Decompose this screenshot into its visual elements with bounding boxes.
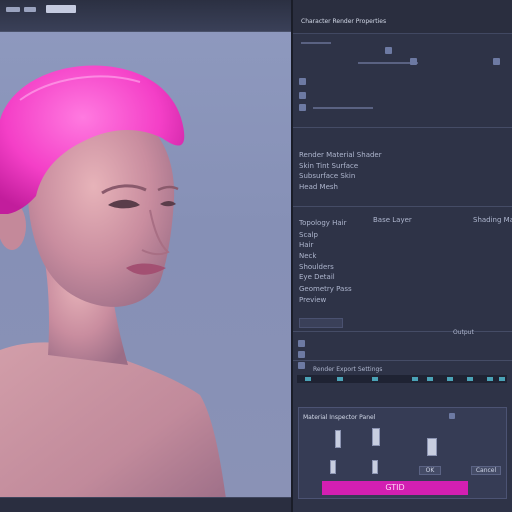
row-label: Shoulders [299, 263, 334, 271]
section-label: Output [453, 329, 474, 336]
material-slot-icon[interactable] [330, 460, 336, 474]
properties-panel: Character Render Properties Render Mater… [291, 0, 512, 512]
folder-icon[interactable] [385, 47, 392, 54]
render-action-label: GTID [385, 483, 405, 492]
row-label: Hair [299, 241, 314, 249]
panel-header: Character Render Properties [293, 0, 512, 34]
output-icon-2[interactable] [298, 351, 305, 358]
material-slot-icon[interactable] [372, 428, 380, 446]
dock-title: Material Inspector Panel [303, 414, 376, 421]
layer-icon[interactable] [299, 78, 306, 85]
row-label: Skin Tint Surface [299, 162, 359, 170]
row-label: Preview [299, 296, 327, 304]
keyframe-icon[interactable] [298, 362, 305, 369]
row-label: Geometry Pass [299, 285, 352, 293]
output-icon[interactable] [298, 340, 305, 347]
layer-icon-3[interactable] [299, 104, 306, 111]
3d-viewport[interactable] [0, 0, 291, 512]
torso-shape [0, 342, 228, 512]
row-value[interactable]: Base Layer [373, 216, 412, 224]
toolbar-slider[interactable] [301, 42, 331, 44]
eye-icon[interactable] [493, 58, 500, 65]
character-render [0, 65, 228, 512]
row-divider [293, 331, 512, 332]
row-label: Subsurface Skin [299, 172, 356, 180]
material-slot-icon[interactable] [372, 460, 378, 474]
row-label: Head Mesh [299, 183, 338, 191]
section-divider [293, 127, 512, 128]
row-divider [293, 206, 512, 207]
material-slot-icon[interactable] [427, 438, 437, 456]
render-label: Render Export Settings [313, 366, 383, 373]
layer-icon-2[interactable] [299, 92, 306, 99]
material-slot-icon[interactable] [335, 430, 341, 448]
row-label: Neck [299, 252, 317, 260]
row-label: Render Material Shader [299, 151, 382, 159]
render-action-bar[interactable]: GTID [322, 481, 468, 495]
viewport-statusbar [0, 497, 291, 512]
ok-button[interactable]: OK [419, 466, 441, 475]
preview-field[interactable] [299, 318, 343, 328]
timeline-slider[interactable] [358, 62, 418, 64]
cancel-button[interactable]: Cancel [471, 466, 501, 475]
row-label: Eye Detail [299, 273, 335, 281]
row-value-2[interactable]: Shading Mask [473, 216, 512, 224]
timeline-track[interactable] [297, 375, 507, 383]
row-label: Topology Hair [299, 219, 347, 227]
dock-close-icon[interactable] [449, 413, 455, 419]
row-label: Scalp [299, 231, 318, 239]
layer-bar [313, 107, 373, 109]
timeline-divider [293, 360, 512, 361]
panel-title: Character Render Properties [301, 18, 387, 25]
grid-icon[interactable] [410, 58, 417, 65]
